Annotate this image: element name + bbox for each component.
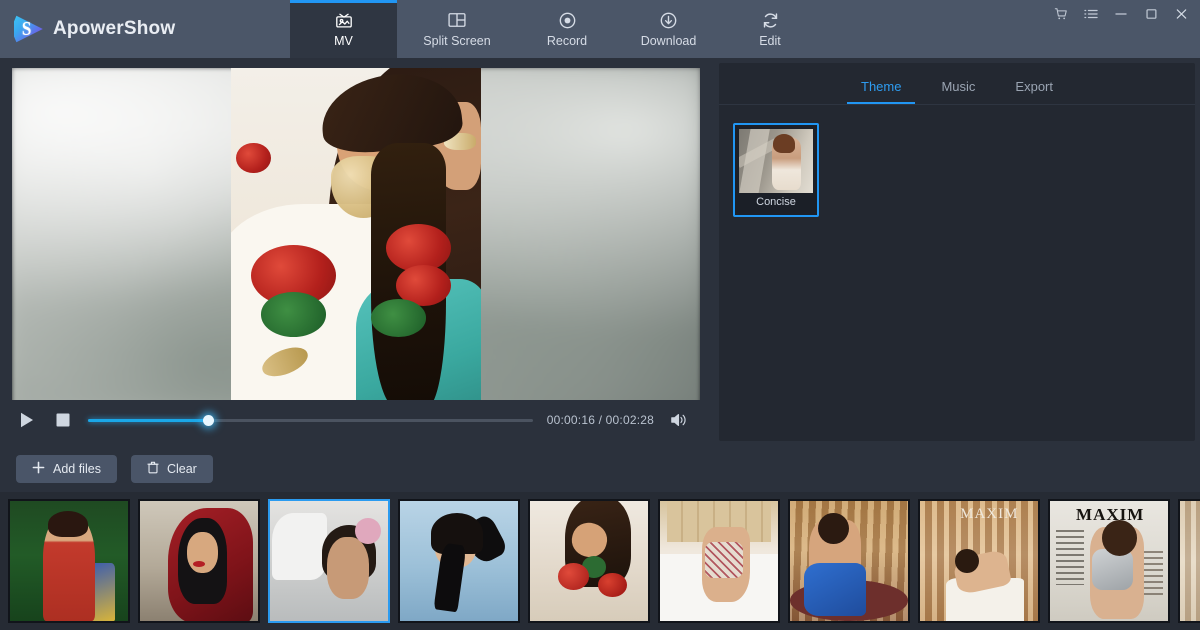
apowershow-window: S ApowerShow MV Split Screen Record Down… xyxy=(0,0,1200,630)
tab-export-label: Export xyxy=(1015,79,1053,94)
main-nav-tabs: MV Split Screen Record Download Edit xyxy=(290,0,820,58)
tab-download-label: Download xyxy=(640,34,697,49)
tab-music[interactable]: Music xyxy=(941,79,975,104)
progress-fill xyxy=(88,418,209,422)
minimize-icon[interactable] xyxy=(1106,1,1136,27)
cart-icon[interactable] xyxy=(1046,1,1076,27)
right-panel: Theme Music Export Concise xyxy=(719,63,1195,441)
tab-export[interactable]: Export xyxy=(1015,79,1053,104)
file-actions: Add files Clear xyxy=(16,455,213,483)
title-bar: S ApowerShow MV Split Screen Record Down… xyxy=(0,0,1200,58)
close-icon[interactable] xyxy=(1166,1,1196,27)
tab-mv-label: MV xyxy=(334,34,353,49)
thumbnail-8-overlay-text: MAXIM xyxy=(960,505,1019,522)
theme-thumbnail xyxy=(739,129,813,193)
add-files-button[interactable]: Add files xyxy=(16,455,117,483)
media-filmstrip[interactable]: MAXIM MAXIM xyxy=(0,492,1200,630)
thumbnail-10[interactable] xyxy=(1178,499,1200,623)
menu-list-icon[interactable] xyxy=(1076,1,1106,27)
tab-theme-label: Theme xyxy=(861,79,902,94)
preview-portrait-image xyxy=(231,68,481,408)
theme-label: Concise xyxy=(739,193,813,211)
panel-tabs: Theme Music Export xyxy=(719,63,1195,104)
progress-slider[interactable] xyxy=(88,413,533,427)
thumbnail-7[interactable] xyxy=(788,499,910,623)
video-preview[interactable] xyxy=(12,68,700,408)
timecode-display: 00:00:16 / 00:02:28 xyxy=(546,413,654,427)
tab-edit[interactable]: Edit xyxy=(720,0,820,58)
play-button[interactable] xyxy=(16,409,38,431)
tab-record[interactable]: Record xyxy=(517,0,617,58)
record-dot-icon xyxy=(558,10,577,30)
theme-card-concise[interactable]: Concise xyxy=(733,123,819,217)
clear-label: Clear xyxy=(166,462,197,476)
plus-icon xyxy=(32,461,45,477)
refresh-edit-icon xyxy=(761,10,780,30)
thumbnail-2[interactable] xyxy=(138,499,260,623)
tv-icon xyxy=(334,10,354,30)
thumbnail-9[interactable]: MAXIM xyxy=(1048,499,1170,623)
apowershow-logo-icon: S xyxy=(14,14,44,44)
thumbnail-1[interactable] xyxy=(8,499,130,623)
window-controls xyxy=(1046,0,1200,58)
thumbnail-4[interactable] xyxy=(398,499,520,623)
app-title: ApowerShow xyxy=(53,18,176,39)
tab-edit-label: Edit xyxy=(759,34,781,49)
add-files-label: Add files xyxy=(53,462,101,476)
tab-mv[interactable]: MV xyxy=(290,0,397,58)
tab-music-label: Music xyxy=(941,79,976,94)
thumbnail-3[interactable] xyxy=(268,499,390,623)
tab-record-label: Record xyxy=(546,34,588,49)
preview-area xyxy=(0,58,712,441)
tab-split-screen-label: Split Screen xyxy=(423,34,491,49)
progress-handle[interactable] xyxy=(203,414,215,426)
clear-button[interactable]: Clear xyxy=(130,455,213,483)
tab-split-screen[interactable]: Split Screen xyxy=(397,0,517,58)
volume-icon[interactable] xyxy=(668,409,690,431)
tab-download[interactable]: Download xyxy=(617,0,720,58)
thumbnail-6[interactable] xyxy=(658,499,780,623)
tab-theme[interactable]: Theme xyxy=(846,79,917,104)
player-controls: 00:00:16 / 00:02:28 xyxy=(12,400,700,440)
trash-icon xyxy=(147,461,159,477)
thumbnail-5[interactable] xyxy=(528,499,650,623)
maximize-icon[interactable] xyxy=(1136,1,1166,27)
app-brand: S ApowerShow xyxy=(0,0,290,58)
split-screen-icon xyxy=(447,10,467,30)
thumbnail-8[interactable]: MAXIM xyxy=(918,499,1040,623)
download-arrow-icon xyxy=(659,10,678,30)
stop-button[interactable] xyxy=(52,409,74,431)
theme-list: Concise xyxy=(719,105,1195,217)
